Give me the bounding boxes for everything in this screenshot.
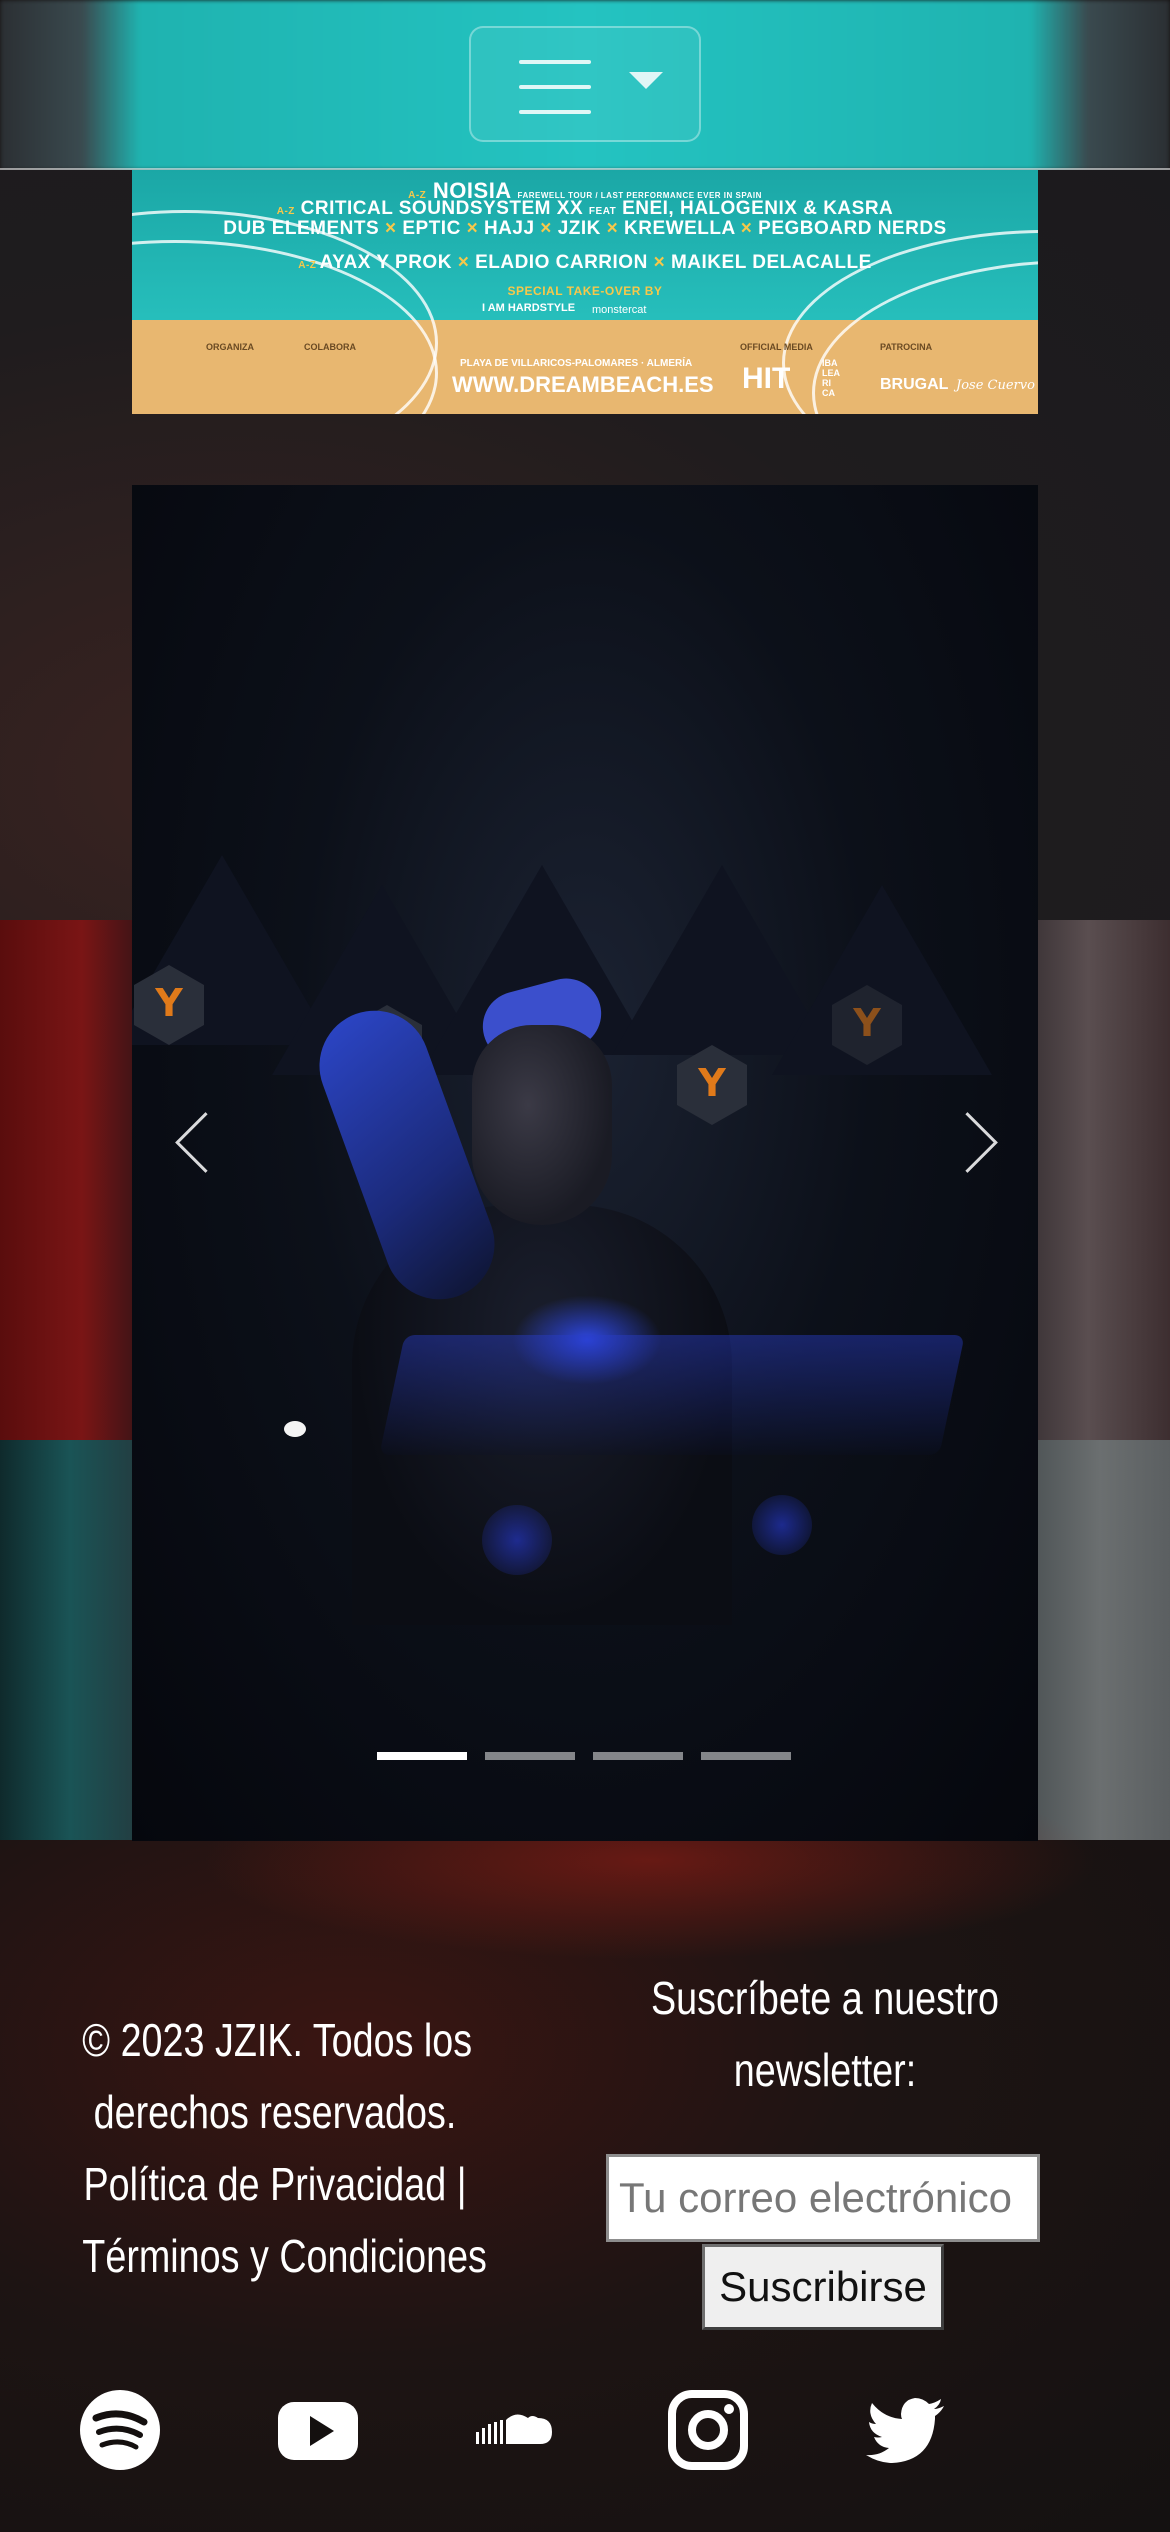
copyright-text: © 2023 JZIK. Todos los xyxy=(82,2014,473,2066)
lineup-artist: DUB ELEMENTS xyxy=(223,218,380,239)
terms-link[interactable]: Términos y Condiciones xyxy=(82,2230,487,2282)
dj-equipment xyxy=(379,1335,965,1455)
sponsor-logo: Jose Cuervo xyxy=(956,378,1035,393)
caret-down-icon xyxy=(629,72,663,89)
lineup-separator: × xyxy=(734,218,759,239)
colabora-label: COLABORA xyxy=(304,342,356,352)
copyright-block: © 2023 JZIK. Todos los derechos reservad… xyxy=(82,2004,487,2292)
takeover-brand: I AM HARDSTYLE xyxy=(482,302,576,314)
takeover-brand: monstercat xyxy=(592,304,647,316)
carousel-indicator[interactable] xyxy=(701,1752,791,1760)
lineup-artist: MAIKEL DELACALLE xyxy=(670,252,872,273)
carousel-indicator[interactable] xyxy=(485,1752,575,1760)
lineup-artist: AYAX Y PROK xyxy=(319,252,452,273)
instagram-icon[interactable] xyxy=(666,2388,750,2472)
carousel-indicator[interactable] xyxy=(377,1752,467,1760)
sponsor-logo: BRUGAL xyxy=(880,376,949,393)
lineup-artist: KREWELLA xyxy=(624,218,735,239)
lineup-separator: × xyxy=(451,252,476,273)
official-media-label: OFFICIAL MEDIA xyxy=(740,342,813,352)
newsletter-heading: Suscríbete a nuestro newsletter: xyxy=(650,1972,1000,2096)
bokeh-light xyxy=(482,1505,552,1575)
menu-toggle-button[interactable] xyxy=(469,26,701,142)
hamburger-menu-icon xyxy=(519,60,591,114)
festival-banner[interactable]: A-Z NOISIA FAREWELL TOUR / LAST PERFORMA… xyxy=(132,170,1038,414)
lineup-artist: EPTIC xyxy=(402,218,461,239)
lineup-separator: × xyxy=(460,218,484,239)
lineup-artist: ELADIO CARRION xyxy=(475,252,648,273)
lineup-artist: JZIK xyxy=(557,218,601,239)
lineup-separator: × xyxy=(600,218,625,239)
festival-location: PLAYA DE VILLARICOS-PALOMARES · ALMERÍA xyxy=(460,358,693,369)
media-sub-logo: IBA LEA RI CA xyxy=(822,358,840,398)
soundcloud-icon[interactable] xyxy=(472,2388,556,2472)
spotify-icon[interactable] xyxy=(78,2388,162,2472)
festival-url: WWW.DREAMBEACH.ES xyxy=(452,372,714,397)
photo-carousel[interactable] xyxy=(132,485,1038,1841)
lineup-artist: PEGBOARD NERDS xyxy=(758,218,947,239)
lineup-separator: × xyxy=(647,252,671,273)
subscribe-button[interactable]: Suscribirse xyxy=(702,2244,944,2330)
lineup-line-2: A-Z CRITICAL SOUNDSYSTEM XX FEAT ENEI, H… xyxy=(276,198,894,219)
special-takeover-label: SPECIAL TAKE-OVER BY xyxy=(507,284,663,298)
patrocina-label: PATROCINA xyxy=(880,342,933,352)
carousel-indicator[interactable] xyxy=(593,1752,683,1760)
media-logo: HIT xyxy=(742,362,791,395)
lineup-separator: × xyxy=(534,218,558,239)
twitter-icon[interactable] xyxy=(864,2388,948,2472)
bokeh-light xyxy=(752,1495,812,1555)
top-navbar xyxy=(0,0,1170,170)
youtube-icon[interactable] xyxy=(276,2388,360,2472)
organiza-label: ORGANIZA xyxy=(206,342,254,352)
link-divider: | xyxy=(456,2158,467,2210)
dj-figure xyxy=(472,1025,612,1225)
newsletter-email-input[interactable] xyxy=(606,2154,1040,2242)
copyright-text: derechos reservados. xyxy=(93,2086,457,2138)
bokeh-light xyxy=(284,1421,306,1437)
privacy-policy-link[interactable]: Política de Privacidad xyxy=(83,2158,446,2210)
lineup-line-3: DUB ELEMENTS × EPTIC × HAJJ × JZIK × KRE… xyxy=(132,218,1038,240)
lineup-separator: × xyxy=(379,218,403,239)
carousel-indicators xyxy=(377,1752,797,1762)
lineup-artist: HAJJ xyxy=(483,218,535,239)
lineup-line-4: A-Z AYAX Y PROK × ELADIO CARRION × MAIKE… xyxy=(298,252,872,273)
